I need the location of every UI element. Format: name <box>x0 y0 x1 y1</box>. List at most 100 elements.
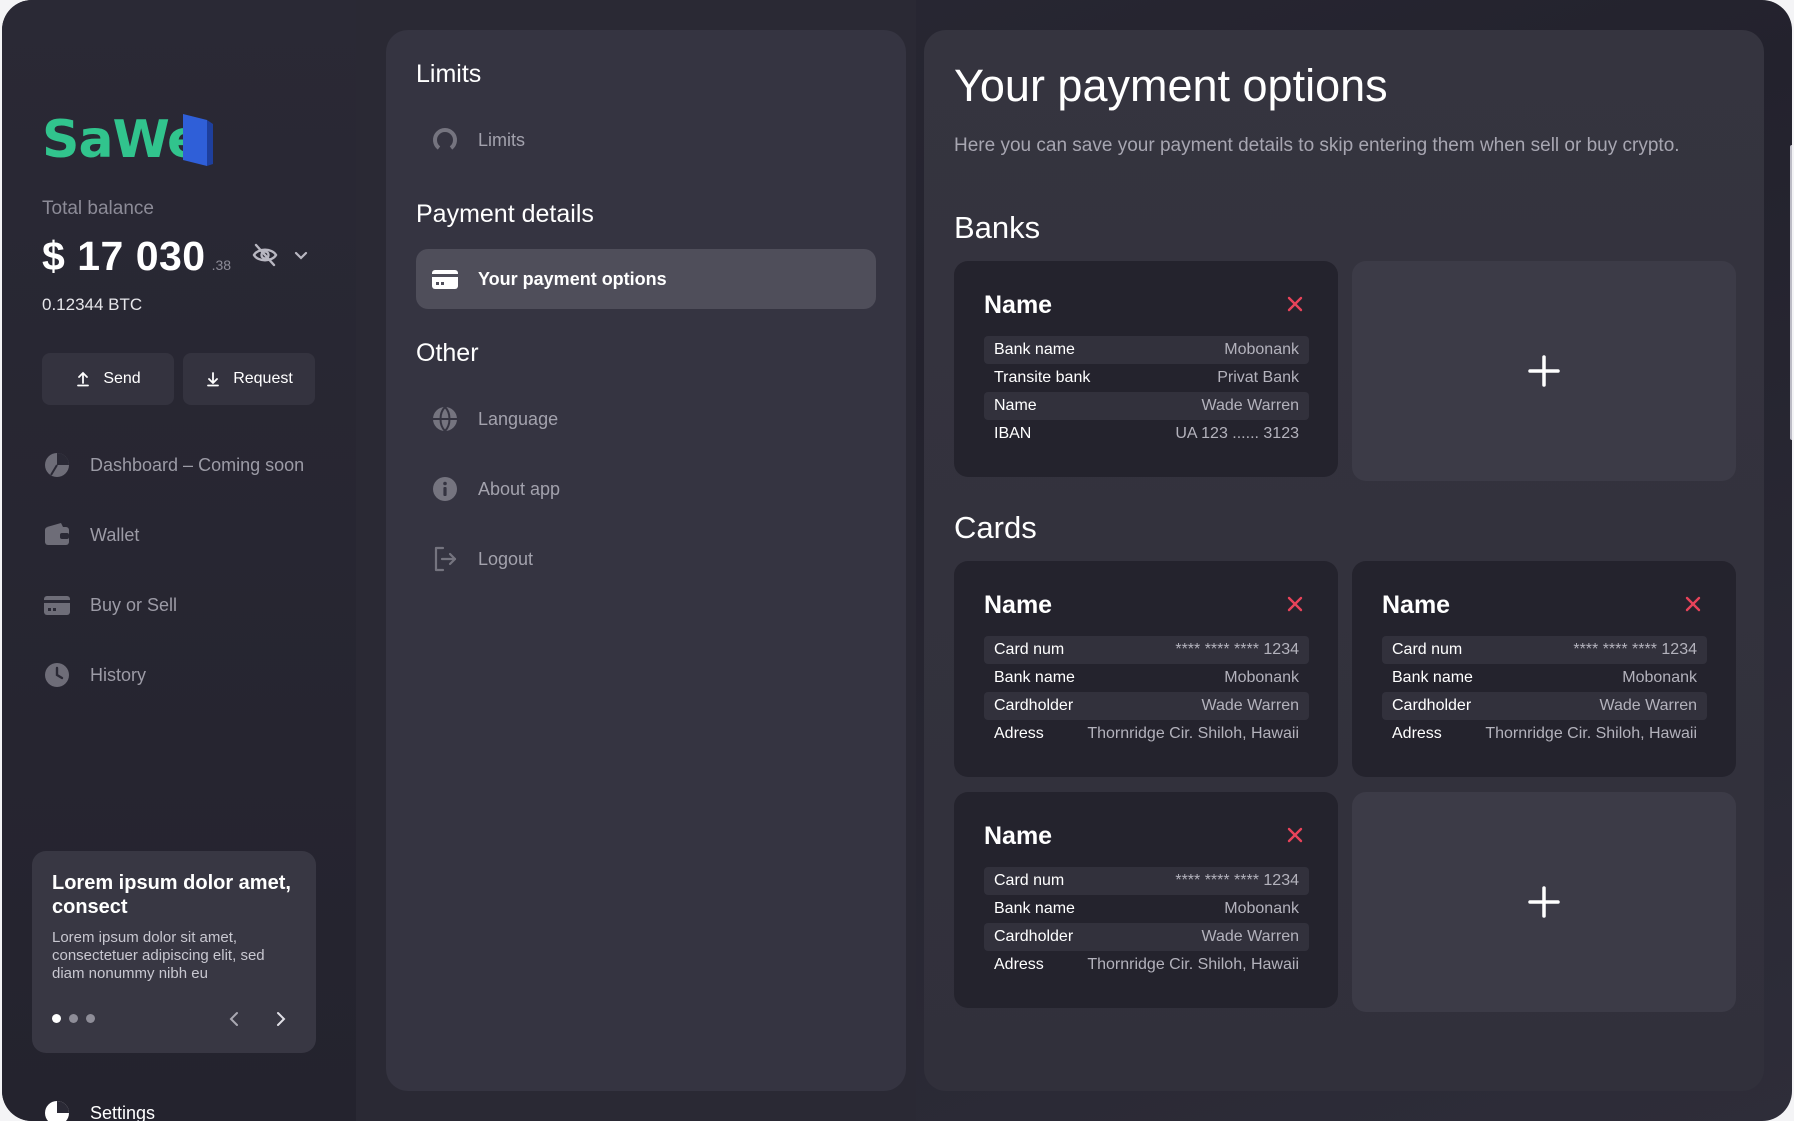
detail-row: Bank name Mobonank <box>984 336 1309 364</box>
detail-value: Mobonank <box>1224 341 1299 358</box>
detail-list: Card num **** **** **** 1234 Bank name Mob… <box>984 867 1309 979</box>
total-balance-label: Total balance <box>42 198 154 219</box>
detail-key: IBAN <box>994 425 1032 442</box>
sidebar-item-wallet[interactable]: Wallet <box>42 517 139 553</box>
close-icon[interactable] <box>1684 595 1702 613</box>
pie-chart-icon <box>42 450 72 480</box>
sidebar-item-history[interactable]: History <box>42 657 146 693</box>
request-button[interactable]: Request <box>183 353 315 405</box>
menu-item-about[interactable]: About app <box>416 459 876 519</box>
detail-value: Wade Warren <box>1201 697 1299 714</box>
close-icon[interactable] <box>1286 826 1304 844</box>
scrollbar[interactable] <box>1790 145 1792 440</box>
pagination-dot[interactable] <box>52 1014 61 1023</box>
plus-icon <box>1528 355 1560 387</box>
detail-value: **** **** **** 1234 <box>1175 641 1299 658</box>
detail-value: Mobonank <box>1224 900 1299 917</box>
sidebar-item-buy-sell[interactable]: Buy or Sell <box>42 587 177 623</box>
menu-item-payment-options[interactable]: Your payment options <box>416 249 876 309</box>
detail-row: Bank name Mobonank <box>984 664 1309 692</box>
eye-off-icon[interactable] <box>251 241 279 269</box>
sidebar-item-dashboard[interactable]: Dashboard – Coming soon <box>42 447 304 483</box>
payment-options-panel: Your payment options Here you can save y… <box>924 30 1764 1091</box>
detail-row: Card num **** **** **** 1234 <box>984 867 1309 895</box>
menu-item-logout[interactable]: Logout <box>416 529 876 589</box>
card-icon <box>430 264 460 294</box>
request-label: Request <box>233 370 293 387</box>
detail-row: Adress Thornridge Cir. Shiloh, Hawaii <box>984 951 1309 979</box>
detail-row: Transite bank Privat Bank <box>984 364 1309 392</box>
chevron-right-icon[interactable] <box>270 1009 290 1029</box>
plus-icon <box>1528 886 1560 918</box>
balance-btc: 0.12344 BTC <box>42 295 143 314</box>
detail-list: Card num **** **** **** 1234 Bank name Mob… <box>1382 636 1707 748</box>
menu-item-language[interactable]: Language <box>416 389 876 449</box>
card-name: Name <box>984 291 1053 319</box>
promo-text: Lorem ipsum dolor sit amet, consectetuer… <box>52 929 265 982</box>
upload-icon <box>77 371 90 387</box>
sidebar-item-label: Wallet <box>90 524 140 545</box>
menu-section-payment-title: Payment details <box>416 200 594 228</box>
sidebar-item-settings[interactable]: Settings <box>42 1095 155 1121</box>
pagination-dot[interactable] <box>69 1014 78 1023</box>
detail-row: Name Wade Warren <box>984 392 1309 420</box>
detail-key: Cardholder <box>994 697 1074 714</box>
chevron-left-icon[interactable] <box>225 1009 245 1029</box>
add-card-button[interactable] <box>1352 792 1736 1012</box>
menu-item-label: Logout <box>478 548 534 569</box>
promo-card: Lorem ipsum dolor amet, consect Lorem ip… <box>32 851 316 1053</box>
page-title: Your payment options <box>954 60 1388 111</box>
promo-title: Lorem ipsum dolor amet, consect <box>52 872 291 918</box>
payment-card: Name Card num **** **** **** 1234 Bank na… <box>1352 561 1736 777</box>
close-icon[interactable] <box>1286 295 1304 313</box>
detail-row: Bank name Mobonank <box>1382 664 1707 692</box>
detail-value: Thornridge Cir. Shiloh, Hawaii <box>1485 725 1697 742</box>
detail-list: Card num **** **** **** 1234 Bank name Mob… <box>984 636 1309 748</box>
settings-icon <box>42 1098 72 1121</box>
detail-value: Thornridge Cir. Shiloh, Hawaii <box>1087 956 1299 973</box>
detail-key: Adress <box>994 956 1044 973</box>
detail-value: Mobonank <box>1224 669 1299 686</box>
detail-key: Card num <box>994 641 1065 658</box>
info-icon <box>430 474 460 504</box>
detail-row: Adress Thornridge Cir. Shiloh, Hawaii <box>984 720 1309 748</box>
card-name: Name <box>984 591 1053 619</box>
detail-row: Adress Thornridge Cir. Shiloh, Hawaii <box>1382 720 1707 748</box>
menu-item-label: Language <box>478 408 559 429</box>
logo-flag-icon <box>183 114 213 166</box>
limits-icon <box>430 125 460 155</box>
detail-value: **** **** **** 1234 <box>1175 872 1299 889</box>
chevron-down-icon[interactable] <box>293 247 309 263</box>
sidebar: SaWe Total balance $ 17 030 .38 0.12344 … <box>2 0 356 1121</box>
balance-amount: $ 17 030 <box>42 233 206 279</box>
send-label: Send <box>103 370 141 387</box>
logo: SaWe <box>42 110 222 170</box>
detail-row: Cardholder Wade Warren <box>984 923 1309 951</box>
close-icon[interactable] <box>1286 595 1304 613</box>
menu-item-label: Your payment options <box>478 268 667 289</box>
banks-section-title: Banks <box>954 210 1041 245</box>
sidebar-item-label: Settings <box>90 1102 156 1121</box>
pagination-dot[interactable] <box>86 1014 95 1023</box>
detail-key: Adress <box>1392 725 1442 742</box>
detail-row: Cardholder Wade Warren <box>1382 692 1707 720</box>
promo-pagination <box>52 1014 95 1023</box>
menu-item-limits[interactable]: Limits <box>416 110 876 170</box>
detail-key: Bank name <box>994 341 1075 358</box>
balance-row: $ 17 030 .38 <box>42 233 308 280</box>
detail-key: Bank name <box>994 669 1075 686</box>
sidebar-item-label: Dashboard – Coming soon <box>90 454 305 475</box>
detail-value: Privat Bank <box>1217 369 1299 386</box>
card-name: Name <box>984 822 1053 850</box>
add-bank-button[interactable] <box>1352 261 1736 481</box>
detail-row: Cardholder Wade Warren <box>984 692 1309 720</box>
sidebar-item-label: Buy or Sell <box>90 594 178 615</box>
send-button[interactable]: Send <box>42 353 174 405</box>
card-name: Name <box>1382 591 1451 619</box>
page-subtitle: Here you can save your payment details t… <box>954 135 1680 156</box>
detail-value: Wade Warren <box>1599 697 1697 714</box>
app-window: SaWe Total balance $ 17 030 .38 0.12344 … <box>2 0 1792 1121</box>
detail-row: Card num **** **** **** 1234 <box>1382 636 1707 664</box>
detail-value: Mobonank <box>1622 669 1697 686</box>
menu-section-limits-title: Limits <box>416 60 482 88</box>
